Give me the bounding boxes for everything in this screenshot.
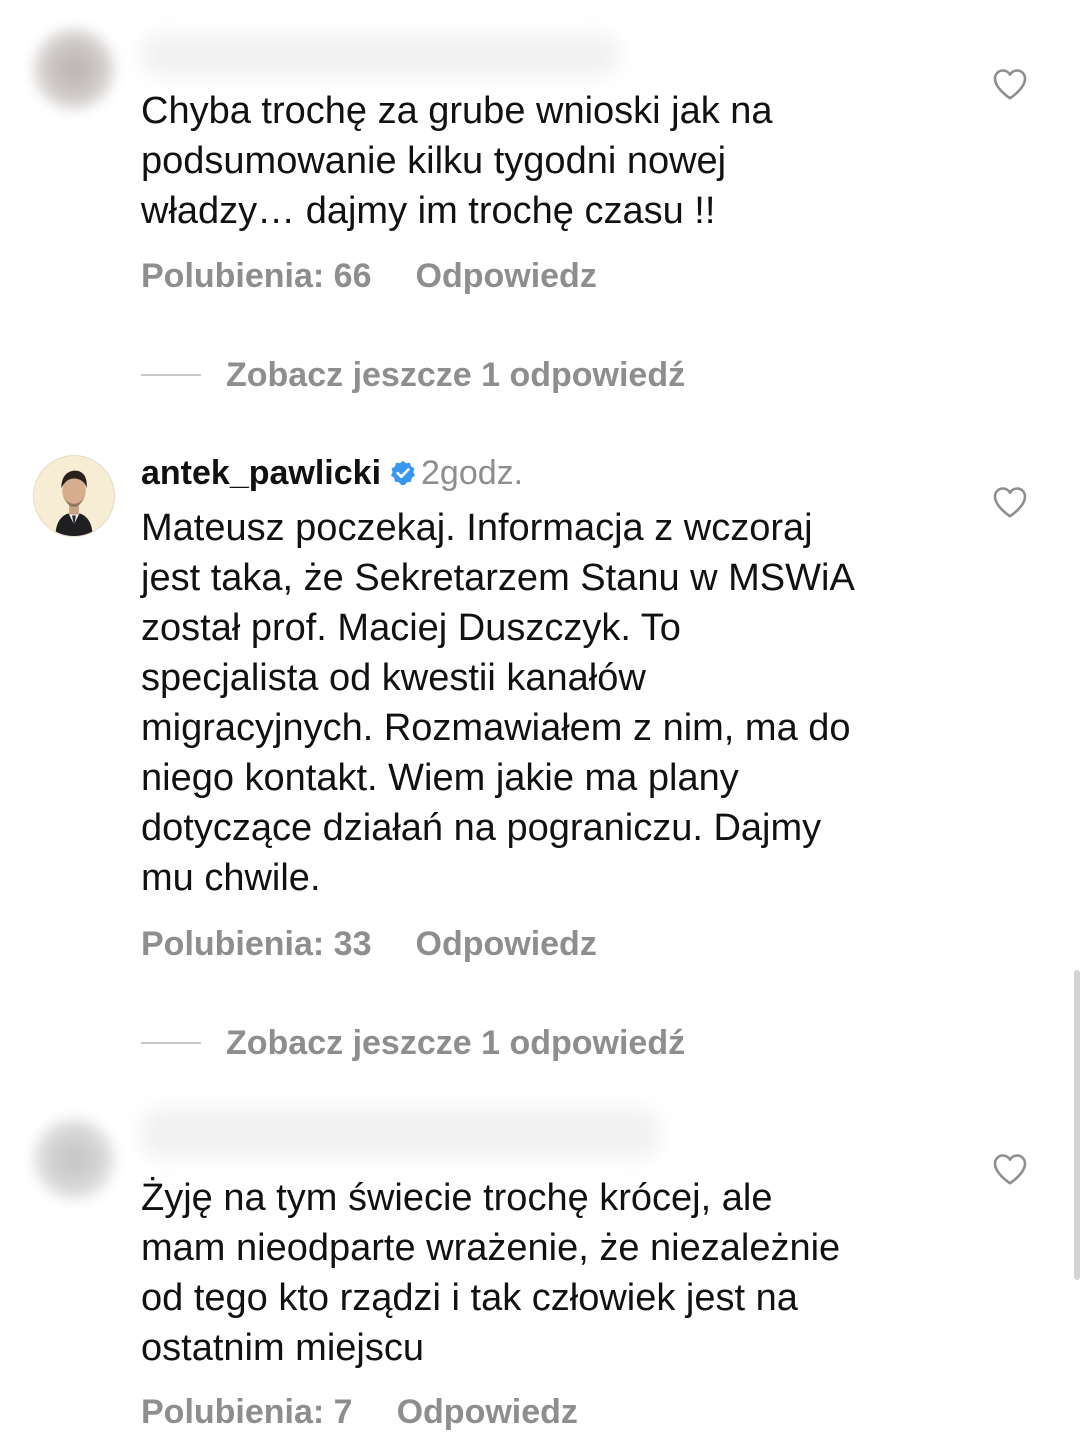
- view-more-replies-button[interactable]: Zobacz jeszcze 1 odpowiedź: [141, 355, 761, 395]
- comment-meta: Polubienia: 33 Odpowiedz: [141, 924, 597, 964]
- comment-text-line: jest taka, że Sekretarzem Stanu w MSWiA: [141, 557, 855, 599]
- comment-text-line: niego kontakt. Wiem jakie ma plany: [141, 757, 739, 799]
- likes-count[interactable]: Polubienia: 7: [141, 1393, 353, 1431]
- view-more-replies-button[interactable]: Zobacz jeszcze 1 odpowiedź: [141, 1023, 761, 1063]
- reply-button[interactable]: Odpowiedz: [397, 1393, 578, 1431]
- comment-text: Mateusz poczekaj. Informacja z wczoraj j…: [141, 503, 971, 903]
- comment-text-line: Mateusz poczekaj. Informacja z wczoraj: [141, 507, 813, 549]
- avatar[interactable]: [33, 28, 115, 110]
- comment-meta: Polubienia: 7 Odpowiedz: [141, 1392, 578, 1432]
- comment-text: Żyję na tym świecie trochę krócej, ale m…: [141, 1173, 971, 1373]
- avatar[interactable]: [33, 455, 115, 537]
- view-more-replies-label: Zobacz jeszcze 1 odpowiedź: [226, 356, 686, 394]
- heart-outline-icon[interactable]: [992, 485, 1028, 519]
- comment-text-line: specjalista od kwestii kanałów: [141, 657, 646, 699]
- username-link[interactable]: antek_pawlicki: [141, 454, 381, 492]
- likes-count[interactable]: Polubienia: 66: [141, 257, 372, 295]
- reply-button[interactable]: Odpowiedz: [416, 257, 597, 295]
- comment-timestamp: 2godz.: [421, 454, 524, 492]
- comment-meta: Polubienia: 66 Odpowiedz: [141, 256, 597, 296]
- reply-button[interactable]: Odpowiedz: [416, 925, 597, 963]
- obscured-username: [140, 1108, 660, 1158]
- replies-divider-line: [141, 374, 201, 376]
- comment-text-line: władzy… dajmy im trochę czasu !!: [141, 190, 716, 232]
- comment-text-line: Żyję na tym świecie trochę krócej, ale: [141, 1177, 773, 1219]
- heart-outline-icon[interactable]: [992, 1152, 1028, 1186]
- view-more-replies-label: Zobacz jeszcze 1 odpowiedź: [226, 1024, 686, 1062]
- likes-count[interactable]: Polubienia: 33: [141, 925, 372, 963]
- comment-text-line: dotyczące działań na pograniczu. Dajmy: [141, 807, 822, 849]
- obscured-username: [140, 34, 620, 76]
- comment-text-line: ostatnim miejscu: [141, 1327, 424, 1369]
- comment-text-line: został prof. Maciej Duszczyk. To: [141, 607, 681, 649]
- avatar[interactable]: [33, 1118, 115, 1200]
- comment-text-line: mam nieodparte wrażenie, że niezależnie: [141, 1227, 841, 1269]
- comment-text-line: od tego kto rządzi i tak człowiek jest n…: [141, 1277, 798, 1319]
- comment-text-line: migracyjnych. Rozmawiałem z nim, ma do: [141, 707, 851, 749]
- comment-text-line: Chyba trochę za grube wnioski jak na: [141, 90, 773, 132]
- replies-divider-line: [141, 1042, 201, 1044]
- comment-item: Żyję na tym świecie trochę krócej, ale m…: [0, 1090, 1089, 1440]
- comment-text: Chyba trochę za grube wnioski jak na pod…: [141, 86, 971, 236]
- comment-item: antek_pawlicki 2godz. Mateusz poczekaj. …: [0, 440, 1089, 1080]
- comment-header: antek_pawlicki 2godz.: [141, 453, 523, 493]
- heart-outline-icon[interactable]: [992, 67, 1028, 101]
- verified-badge-icon: [390, 460, 416, 486]
- comment-item: Chyba trochę za grube wnioski jak na pod…: [0, 0, 1089, 420]
- comment-text-line: podsumowanie kilku tygodni nowej: [141, 140, 727, 182]
- comment-text-line: mu chwile.: [141, 857, 321, 899]
- scrollbar[interactable]: [1074, 970, 1080, 1280]
